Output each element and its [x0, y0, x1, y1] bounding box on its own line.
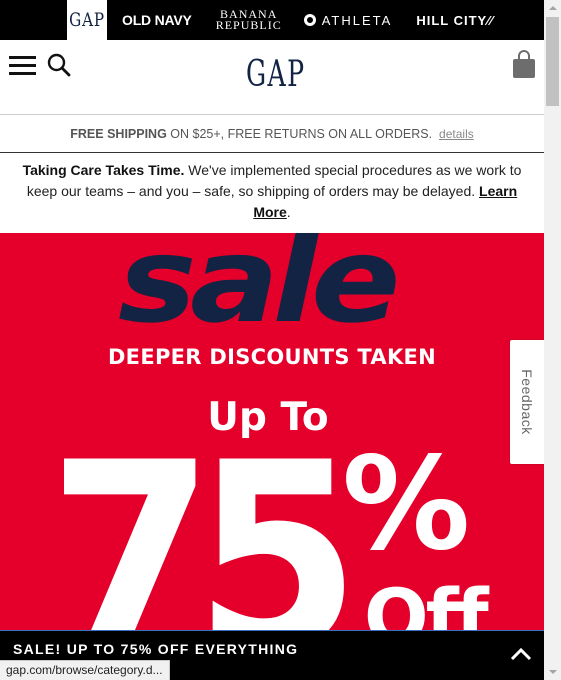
shipping-details-link[interactable]: details	[439, 127, 474, 141]
hero-subtitle: DEEPER DISCOUNTS TAKEN	[107, 345, 437, 369]
menu-icon[interactable]	[9, 56, 36, 76]
brand-gap-link[interactable]: GAP	[67, 0, 107, 40]
scroll-down-arrow-icon[interactable]	[544, 663, 561, 680]
chevron-up-icon[interactable]	[510, 647, 532, 661]
brand-bar: GAP OLD NAVY BANANA REPUBLIC ATHLETA HIL…	[0, 0, 544, 40]
page-viewport: GAP OLD NAVY BANANA REPUBLIC ATHLETA HIL…	[0, 0, 544, 680]
shipping-bold-text: FREE SHIPPING	[70, 127, 167, 141]
promo-text: SALE! UP TO 75% OFF EVERYTHING	[13, 641, 299, 657]
brand-hill-city-link[interactable]: HILL CITY⁄⁄	[416, 0, 493, 40]
shipping-banner: FREE SHIPPING ON $25+, FREE RETURNS ON A…	[0, 116, 544, 153]
search-icon[interactable]	[47, 53, 71, 77]
sale-hero-banner[interactable]: sale DEEPER DISCOUNTS TAKEN Up To 75 % O…	[0, 233, 544, 680]
brand-old-navy-link[interactable]: OLD NAVY	[122, 0, 192, 40]
site-header: GAP	[0, 40, 544, 115]
shipping-text: ON $25+, FREE RETURNS ON ALL ORDERS.	[166, 127, 433, 141]
scrollbar-thumb[interactable]	[546, 17, 559, 106]
banana-line-2: REPUBLIC	[215, 18, 282, 32]
shopping-bag-icon[interactable]	[512, 50, 536, 78]
scroll-up-arrow-icon[interactable]	[544, 0, 561, 17]
brand-banana-republic-link[interactable]: BANANA REPUBLIC	[216, 0, 282, 40]
status-bar-url: gap.com/browse/category.d...	[0, 660, 170, 680]
hero-sale-text: sale	[118, 233, 401, 349]
brand-athleta-link[interactable]: ATHLETA	[303, 0, 393, 40]
athleta-logo-icon	[303, 14, 316, 26]
gap-logo[interactable]: GAP	[246, 54, 305, 95]
feedback-label: Feedback	[519, 369, 535, 435]
feedback-tab[interactable]: Feedback	[510, 340, 544, 464]
vertical-scrollbar[interactable]	[544, 0, 561, 680]
notice-title: Taking Care Takes Time.	[22, 162, 185, 178]
delay-notice: Taking Care Takes Time. We've implemente…	[0, 160, 544, 223]
athleta-label: ATHLETA	[321, 12, 393, 28]
hero-percent-sign: %	[342, 430, 471, 579]
notice-end: .	[286, 204, 291, 220]
